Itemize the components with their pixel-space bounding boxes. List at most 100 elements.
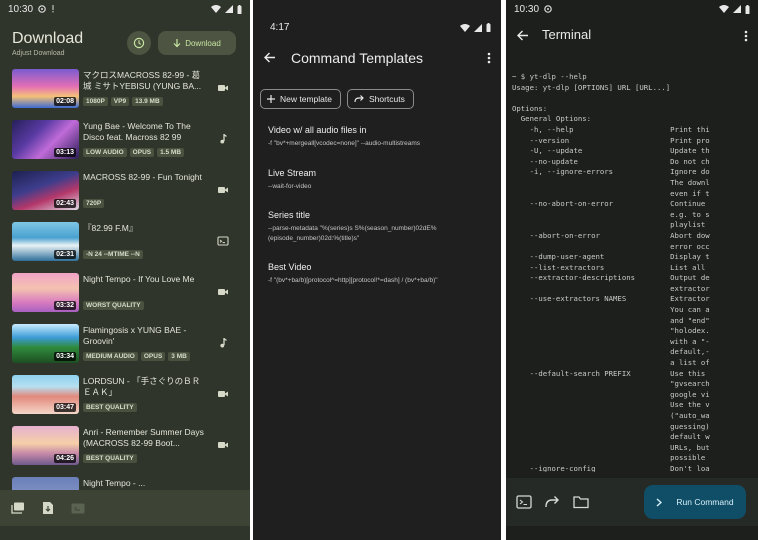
template-item[interactable]: Live Stream --wait-for-video xyxy=(268,168,493,192)
top-app-bar: Terminal xyxy=(506,22,758,50)
duration-badge: 03:13 xyxy=(54,148,76,157)
folder-icon[interactable] xyxy=(573,495,589,509)
terminal-icon[interactable] xyxy=(516,495,532,509)
terminal-output[interactable]: ~ $ yt-dlp --help Usage: yt-dlp [OPTIONS]… xyxy=(512,72,758,472)
terminal-line: a list of xyxy=(512,358,710,368)
duration-badge: 03:47 xyxy=(54,403,76,412)
terminal-line: -i, --ignore-errors Ignore do xyxy=(512,167,710,177)
template-title: Video w/ all audio files in xyxy=(268,125,367,135)
new-template-button[interactable]: New template xyxy=(260,89,341,109)
template-item[interactable]: Video w/ all audio files in -f "bv*+merg… xyxy=(268,125,493,149)
thumbnail: 02:08 xyxy=(12,69,79,108)
shortcut-arrow-icon xyxy=(354,95,364,103)
history-icon xyxy=(133,37,145,49)
quality-tag: BEST QUALITY xyxy=(83,403,137,412)
template-item[interactable]: Series title --parse-metadata "%(series)… xyxy=(268,210,493,244)
item-title: Anri - Remember Summer Days (MACROSS 82-… xyxy=(83,427,204,448)
signal-icon xyxy=(225,5,233,13)
more-vert-icon[interactable] xyxy=(487,52,491,64)
size-tag: 3 MB xyxy=(168,352,190,361)
status-time: 10:30 xyxy=(8,3,34,15)
subtitles-button[interactable] xyxy=(70,500,86,516)
sync-icon xyxy=(544,5,552,13)
notification-icon xyxy=(52,5,54,13)
terminal-line: URLs, but xyxy=(512,442,710,452)
back-arrow-icon[interactable] xyxy=(517,30,529,41)
terminal-line: possible xyxy=(512,453,710,463)
run-command-label: Run Command xyxy=(676,497,734,507)
page-title: Download xyxy=(12,30,84,47)
terminal-line: --no-update Do not ch xyxy=(512,156,710,166)
template-actions: New template Shortcuts xyxy=(260,89,414,109)
video-icon xyxy=(218,85,228,91)
download-history-list: 02:08 マクロスMACROSS 82-99 - 葛城 ミサトYEBISU (… xyxy=(0,66,250,490)
list-item[interactable]: 03:13 Yung Bae - Welcome To The Disco fe… xyxy=(0,117,250,168)
terminal-line: Use the v xyxy=(512,400,710,410)
list-item[interactable]: 02:43 MACROSS 82-99 - Fun Tonight 720P xyxy=(0,168,250,219)
video-icon xyxy=(218,289,228,295)
status-bar: 10:30 xyxy=(506,0,758,18)
item-title: 『82.99 F.M』 xyxy=(83,223,138,233)
wifi-icon xyxy=(719,5,729,13)
more-vert-icon[interactable] xyxy=(744,30,748,42)
list-item[interactable]: 03:34 Flamingosis x YUNG BAE - Groovin' … xyxy=(0,321,250,372)
item-title: LORDSUN - 「手さぐりのＢＲＥＡＫ」 xyxy=(83,376,201,397)
sync-icon xyxy=(38,5,46,13)
file-download-icon xyxy=(43,502,53,514)
terminal-line: google vi xyxy=(512,389,710,399)
download-header: Download Adjust Download Download xyxy=(12,30,238,58)
list-item[interactable]: Night Tempo - ... xyxy=(0,474,250,490)
list-item[interactable]: 03:32 Night Tempo - If You Love Me WORST… xyxy=(0,270,250,321)
video-icon xyxy=(218,442,228,448)
terminal-icon xyxy=(217,236,229,246)
terminal-line: --abort-on-error Abort dow xyxy=(512,230,710,240)
size-tag: 1.5 MB xyxy=(157,148,185,157)
command-templates-screen: 4:17 Command Templates New template Shor… xyxy=(253,0,501,540)
stacked-files-icon xyxy=(11,502,24,514)
terminal-line: --extractor-descriptions Output de xyxy=(512,273,710,283)
quality-tag: WORST QUALITY xyxy=(83,301,144,310)
list-item[interactable]: 03:47 LORDSUN - 「手さぐりのＢＲＥＡＫ」 BEST QUALIT… xyxy=(0,372,250,423)
item-tags: MEDIUM AUDIO OPUS 3 MB xyxy=(83,352,190,361)
queue-button[interactable] xyxy=(10,500,26,516)
item-title: MACROSS 82-99 - Fun Tonight xyxy=(83,172,202,182)
command-tag: -N 24 --MTIME --N xyxy=(83,250,143,259)
back-arrow-icon[interactable] xyxy=(264,52,276,63)
page-title: Terminal xyxy=(542,27,592,42)
thumbnail: 02:31 xyxy=(12,222,79,261)
signal-icon xyxy=(733,5,741,13)
terminal-line: "holodex. xyxy=(512,326,710,336)
item-tags: -N 24 --MTIME --N xyxy=(83,250,143,259)
duration-badge: 02:31 xyxy=(54,250,76,259)
item-tags: 1080P VP9 13.9 MB xyxy=(83,97,163,106)
list-item[interactable]: 02:31 『82.99 F.M』 -N 24 --MTIME --N xyxy=(0,219,250,270)
item-title: Yung Bae - Welcome To The Disco feat. Ma… xyxy=(83,121,191,142)
battery-icon xyxy=(486,23,491,32)
terminal-line: and "end" xyxy=(512,315,710,325)
run-command-button[interactable]: Run Command xyxy=(644,485,746,519)
shortcuts-button[interactable]: Shortcuts xyxy=(346,89,414,109)
terminal-screen: 10:30 Terminal ~ $ yt-dlp --help Usage: y… xyxy=(506,0,758,540)
item-title: Night Tempo - ... xyxy=(83,478,146,488)
terminal-line: Usage: yt-dlp [OPTIONS] URL [URL...] xyxy=(512,82,671,92)
terminal-line: The downl xyxy=(512,177,710,187)
template-command: --wait-for-video xyxy=(268,183,312,190)
status-time: 4:17 xyxy=(270,22,290,33)
list-item[interactable]: 02:08 マクロスMACROSS 82-99 - 葛城 ミサトYEBISU (… xyxy=(0,66,250,117)
terminal-line: --list-extractors List all xyxy=(512,262,710,272)
template-title: Live Stream xyxy=(268,168,317,178)
status-bar: 10:30 xyxy=(0,0,250,18)
list-item[interactable]: 04:26 Anri - Remember Summer Days (MACRO… xyxy=(0,423,250,474)
template-item[interactable]: Best Video -f "(bv*+ba/b)[protocol^=http… xyxy=(268,262,493,286)
history-button[interactable] xyxy=(127,31,151,55)
save-file-button[interactable] xyxy=(40,500,56,516)
terminal-line: default w xyxy=(512,432,710,442)
terminal-line: even if t xyxy=(512,188,710,198)
codec-tag: OPUS xyxy=(140,352,166,361)
wifi-icon xyxy=(460,23,470,32)
thumbnail: 03:34 xyxy=(12,324,79,363)
quality-tag: LOW AUDIO xyxy=(83,148,127,157)
share-arrow-icon[interactable] xyxy=(544,495,560,509)
download-button[interactable]: Download xyxy=(158,31,236,55)
